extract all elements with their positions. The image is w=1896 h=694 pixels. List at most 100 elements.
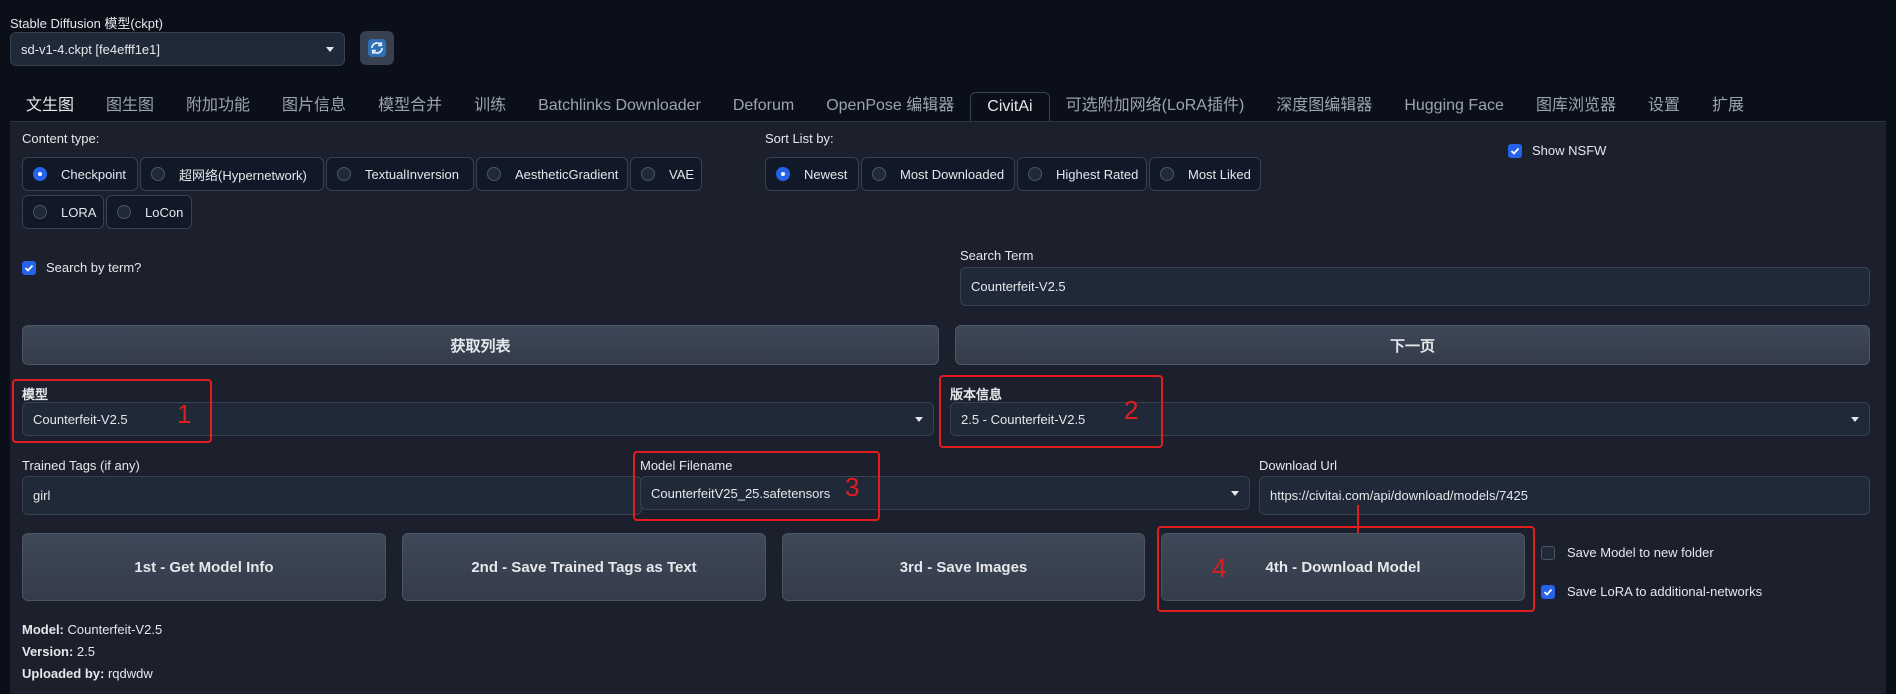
annotation-number-3: 3 (845, 472, 860, 502)
option-label: VAE (669, 166, 695, 182)
option-label: Newest (804, 166, 848, 182)
radio-selected-icon (33, 167, 47, 181)
option-label: TextualInversion (365, 166, 459, 182)
get-model-info-button[interactable]: 1st - Get Model Info (22, 533, 386, 601)
refresh-checkpoint-button[interactable] (360, 31, 394, 65)
tab-image-browser[interactable]: 图库浏览器 (1520, 92, 1632, 122)
info-version-value: 2.5 (76, 644, 95, 659)
get-list-button[interactable]: 获取列表 (22, 325, 939, 365)
tab-civitai[interactable]: CivitAi (970, 92, 1050, 122)
next-page-button[interactable]: 下一页 (955, 325, 1870, 365)
save-images-button[interactable]: 3rd - Save Images (782, 533, 1145, 601)
tab-img2img[interactable]: 图生图 (90, 92, 170, 122)
radio-icon (117, 205, 131, 219)
tab-train[interactable]: 训练 (458, 92, 522, 122)
info-model-key: Model: (22, 622, 64, 637)
tab-extensions[interactable]: 扩展 (1696, 92, 1760, 122)
option-label: Most Liked (1188, 166, 1251, 182)
save-trained-tags-button[interactable]: 2nd - Save Trained Tags as Text (402, 533, 766, 601)
info-version: Version: 2.5 (22, 644, 95, 659)
tab-checkpoint-merger[interactable]: 模型合并 (362, 92, 458, 122)
checkbox-icon (1541, 545, 1555, 560)
checkpoint-label: Stable Diffusion 模型(ckpt) (10, 16, 163, 31)
tab-bar: 文生图 图生图 附加功能 图片信息 模型合并 训练 Batchlinks Dow… (14, 92, 1760, 122)
option-label: LORA (61, 204, 97, 220)
show-nsfw-label: Show NSFW (1532, 143, 1607, 158)
radio-icon (33, 205, 47, 219)
tab-additional-networks[interactable]: 可选附加网络(LoRA插件) (1050, 92, 1261, 122)
checkbox-checked-icon (1541, 584, 1555, 599)
trained-tags-label: Trained Tags (if any) (22, 458, 140, 473)
option-label: LoCon (145, 204, 184, 220)
annotation-box-3 (633, 451, 880, 521)
search-term-value: Counterfeit-V2.5 (971, 279, 1066, 294)
show-nsfw[interactable]: Show NSFW (1508, 143, 1606, 158)
chevron-down-icon (915, 416, 923, 422)
option-label: Highest Rated (1056, 166, 1139, 182)
save-model-new-folder[interactable]: Save Model to new folder (1541, 545, 1714, 560)
option-label: AestheticGradient (515, 166, 619, 182)
save-model-new-folder-label: Save Model to new folder (1567, 545, 1714, 560)
radio-icon (1028, 167, 1042, 181)
chevron-down-icon (1851, 416, 1859, 422)
search-term-label: Search Term (960, 248, 1034, 263)
search-term-input[interactable]: Counterfeit-V2.5 (960, 267, 1870, 306)
trained-tags-input[interactable]: girl (22, 476, 642, 515)
tab-deforum[interactable]: Deforum (717, 92, 810, 122)
tab-depth-map[interactable]: 深度图编辑器 (1260, 92, 1388, 122)
save-lora-additional-networks[interactable]: Save LoRA to additional-networks (1541, 584, 1762, 599)
checkpoint-select[interactable]: sd-v1-4.ckpt [fe4efff1e1] (10, 32, 345, 66)
tab-txt2img[interactable]: 文生图 (14, 92, 90, 122)
info-uploaded-value: rqdwdw (107, 666, 153, 681)
option-label: Most Downloaded (900, 166, 1005, 182)
checkbox-checked-icon (22, 260, 36, 275)
option-label: 超网络(Hypernetwork) (179, 167, 307, 183)
chevron-down-icon (326, 46, 334, 52)
content-type-hypernetwork[interactable]: 超网络(Hypernetwork) (140, 157, 324, 191)
info-model: Model: Counterfeit-V2.5 (22, 622, 162, 637)
trained-tags-value: girl (33, 488, 51, 503)
radio-icon (641, 167, 655, 181)
info-uploaded-key: Uploaded by: (22, 666, 105, 681)
tab-extras[interactable]: 附加功能 (170, 92, 266, 122)
annotation-number-1: 1 (177, 399, 192, 429)
download-url-label: Download Url (1259, 458, 1338, 473)
content-type-textual-inversion[interactable]: TextualInversion (326, 157, 474, 191)
sort-label: Sort List by: (765, 131, 834, 146)
checkpoint-value: sd-v1-4.ckpt [fe4efff1e1] (21, 41, 160, 57)
info-model-value: Counterfeit-V2.5 (67, 622, 163, 637)
radio-icon (151, 167, 165, 181)
tab-hugging-face[interactable]: Hugging Face (1388, 92, 1520, 122)
radio-icon (872, 167, 886, 181)
tab-settings[interactable]: 设置 (1632, 92, 1696, 122)
refresh-icon (368, 39, 386, 57)
tab-png-info[interactable]: 图片信息 (266, 92, 362, 122)
info-uploaded-by: Uploaded by: rqdwdw (22, 666, 153, 681)
sort-most-downloaded[interactable]: Most Downloaded (861, 157, 1015, 191)
sort-highest-rated[interactable]: Highest Rated (1017, 157, 1147, 191)
option-label: Checkpoint (61, 166, 127, 182)
tab-openpose[interactable]: OpenPose 编辑器 (810, 92, 970, 122)
radio-selected-icon (776, 167, 790, 181)
content-type-label: Content type: (22, 131, 100, 146)
content-type-vae[interactable]: VAE (630, 157, 702, 191)
search-by-term-label: Search by term? (46, 260, 142, 275)
info-version-key: Version: (22, 644, 74, 659)
radio-icon (337, 167, 351, 181)
checkbox-checked-icon (1508, 143, 1522, 158)
radio-icon (487, 167, 501, 181)
radio-icon (1160, 167, 1174, 181)
sort-newest[interactable]: Newest (765, 157, 859, 191)
content-type-checkpoint[interactable]: Checkpoint (22, 157, 138, 191)
save-lora-label: Save LoRA to additional-networks (1567, 584, 1763, 599)
sort-most-liked[interactable]: Most Liked (1149, 157, 1261, 191)
search-by-term[interactable]: Search by term? (22, 260, 141, 275)
annotation-number-4: 4 (1212, 553, 1227, 583)
content-type-locon[interactable]: LoCon (106, 195, 192, 229)
chevron-down-icon (1231, 490, 1239, 496)
content-type-aesthetic-gradient[interactable]: AestheticGradient (476, 157, 628, 191)
tab-batchlinks[interactable]: Batchlinks Downloader (522, 92, 717, 122)
content-type-lora[interactable]: LORA (22, 195, 104, 229)
annotation-number-2: 2 (1124, 395, 1139, 425)
download-url-value: https://civitai.com/api/download/models/… (1270, 488, 1528, 503)
